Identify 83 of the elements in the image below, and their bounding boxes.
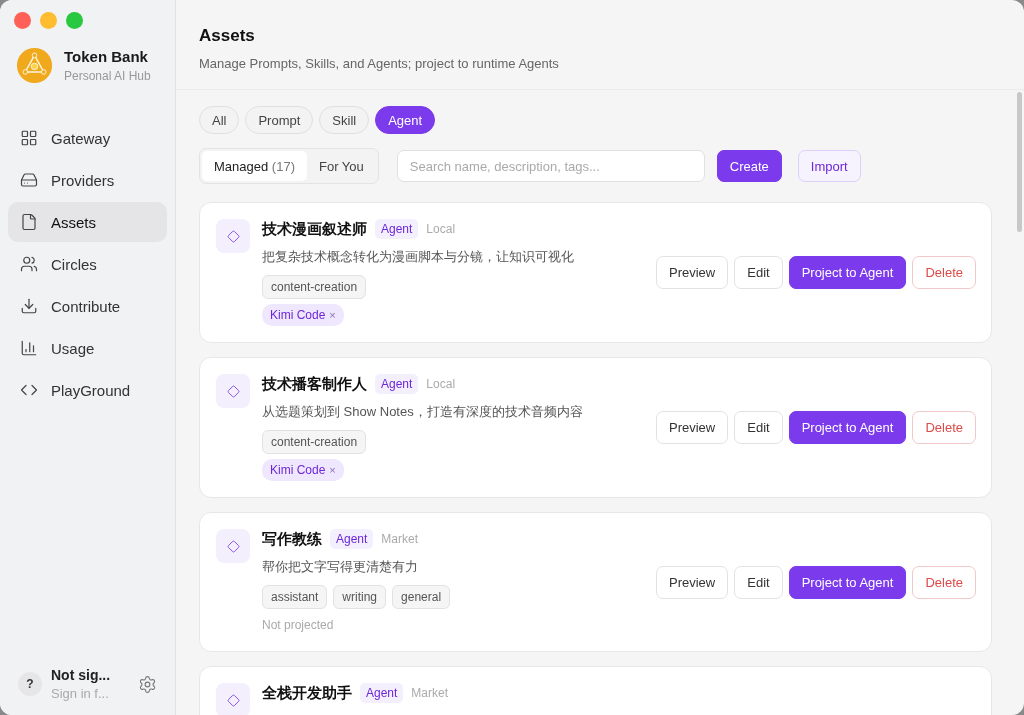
projection-status: Not projected: [262, 618, 335, 632]
tag: assistant: [262, 585, 328, 609]
app-name: Token Bank: [64, 48, 149, 65]
sidebar-item[interactable]: Gateway: [8, 118, 167, 158]
filter-chip[interactable]: All: [199, 106, 240, 134]
sidebar-item[interactable]: Circles: [8, 244, 167, 284]
type-badge: Agent: [375, 219, 419, 239]
sidebar-label: Providers: [51, 171, 115, 189]
view-tab[interactable]: Managed (17): [202, 151, 307, 181]
sidebar-label: PlayGround: [51, 381, 131, 399]
project-button[interactable]: Project to Agent: [788, 256, 907, 289]
asset-icon: [216, 529, 250, 563]
page-subtitle: Manage Prompts, Skills, and Agents; project to runtime Agents: [199, 56, 560, 71]
delete-button[interactable]: Delete: [912, 411, 976, 444]
sidebar-item[interactable]: Assets: [8, 202, 167, 242]
sidebar-label: Contribute: [51, 297, 121, 315]
view-tab[interactable]: For You: [306, 151, 376, 181]
edit-button[interactable]: Edit: [734, 411, 783, 444]
tag-label: Kimi Code: [270, 463, 326, 477]
filter-chip[interactable]: Agent: [375, 106, 436, 134]
remove-icon[interactable]: ×: [329, 309, 336, 321]
edit-button[interactable]: Edit: [734, 256, 783, 289]
project-button[interactable]: Project to Agent: [788, 411, 907, 444]
people-icon: [20, 255, 38, 273]
sidebar-label: Assets: [51, 213, 96, 231]
filter-chip[interactable]: Skill: [319, 106, 370, 134]
sidebar-item[interactable]: Usage: [8, 328, 167, 368]
asset-icon: [216, 219, 250, 253]
sidebar-label: Circles: [51, 255, 97, 273]
source-label: Local: [426, 222, 456, 236]
asset-name: 写作教练: [262, 529, 322, 549]
tag: general: [392, 585, 451, 609]
delete-button[interactable]: Delete: [912, 565, 976, 599]
asset-description: 把复杂技术概念转化为漫画脚本与分镜，让知识可视化: [262, 248, 575, 266]
asset-description: 帮你把文字写得更清楚有力: [262, 558, 419, 576]
search-field[interactable]: Search name, description, tags...: [396, 150, 705, 182]
app-subtitle: Personal AI Hub: [64, 69, 151, 83]
bar-chart-icon: [20, 339, 38, 357]
project-button[interactable]: Project to Agent: [788, 565, 907, 599]
download-icon: [20, 297, 38, 315]
tag-label: Kimi Code: [270, 308, 326, 322]
type-badge: Agent: [330, 529, 374, 549]
asset-name: 技术播客制作人: [262, 374, 367, 394]
type-badge: Agent: [375, 374, 419, 394]
source-label: Market: [381, 532, 419, 546]
user-name: Not sig...: [51, 667, 112, 683]
source-label: Market: [411, 686, 449, 700]
type-badge: Agent: [360, 683, 404, 703]
settings-icon[interactable]: [138, 674, 157, 694]
scrollbar[interactable]: [1017, 92, 1022, 232]
delete-button[interactable]: Delete: [912, 256, 976, 289]
logo-icon: [16, 47, 53, 84]
avatar: ?: [18, 672, 42, 696]
sidebar-label: Gateway: [51, 129, 111, 147]
filter-chip[interactable]: Prompt: [245, 106, 314, 134]
preview-button[interactable]: Preview: [656, 565, 729, 599]
preview-button[interactable]: Preview: [656, 411, 729, 444]
asset-description: 从选题策划到 Show Notes，打造有深度的技术音频内容: [262, 403, 584, 421]
grid-icon: [20, 129, 38, 147]
asset-name: 技术漫画叙述师: [262, 219, 367, 239]
tag: writing: [333, 585, 387, 609]
sidebar-label: Usage: [51, 339, 95, 357]
minimize-button[interactable]: [40, 12, 57, 29]
import-button[interactable]: Import: [797, 150, 861, 182]
sidebar-item[interactable]: PlayGround: [8, 370, 167, 410]
sidebar-item[interactable]: Contribute: [8, 286, 167, 326]
asset-name: 全栈开发助手: [262, 683, 352, 703]
tag: content-creation: [262, 275, 367, 299]
sidebar-item[interactable]: Providers: [8, 160, 167, 200]
page-title: Assets: [199, 26, 256, 46]
maximize-button[interactable]: [66, 12, 83, 29]
document-icon: [20, 213, 38, 231]
edit-button[interactable]: Edit: [734, 565, 783, 599]
asset-icon: [216, 374, 250, 408]
preview-button[interactable]: Preview: [656, 256, 729, 289]
close-button[interactable]: [14, 12, 31, 29]
create-button[interactable]: Create: [716, 150, 782, 182]
drive-icon: [20, 171, 38, 189]
tag: content-creation: [262, 430, 367, 454]
asset-icon: [216, 683, 250, 715]
user-status: Sign in f...: [51, 686, 110, 701]
remove-icon[interactable]: ×: [329, 464, 336, 476]
source-label: Local: [426, 377, 456, 391]
